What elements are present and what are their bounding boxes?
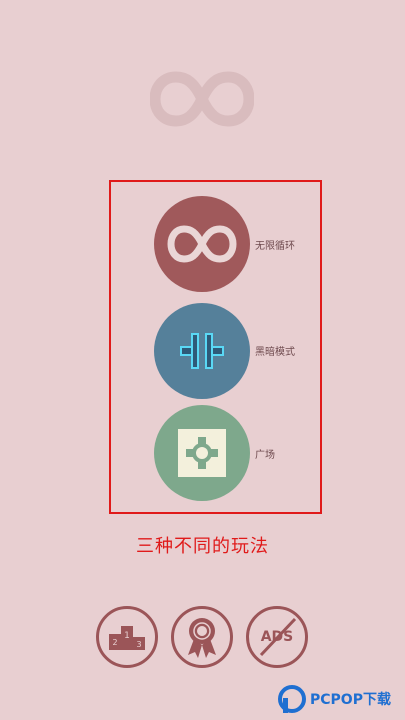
watermark-text: PCPOP下载: [310, 692, 391, 708]
pcpop-logo-icon: [278, 685, 306, 713]
remove-ads-label: ADS: [260, 629, 294, 645]
infinity-icon: [167, 225, 237, 263]
split-bars-icon: [180, 333, 224, 369]
svg-text:3: 3: [136, 640, 141, 649]
mode-dark-label: 黑暗模式: [255, 347, 295, 358]
mode-square-label: 广场: [255, 450, 275, 461]
cross-puzzle-icon: [178, 429, 226, 477]
podium-icon: 1 2 3: [109, 626, 145, 650]
leaderboard-button[interactable]: 1 2 3: [96, 606, 158, 668]
app-logo: [149, 68, 255, 130]
achievements-button[interactable]: [171, 606, 233, 668]
svg-text:1: 1: [124, 631, 130, 641]
mode-dark-button[interactable]: [154, 303, 250, 399]
mode-infinite-loop-label: 无限循环: [255, 241, 295, 252]
svg-text:2: 2: [112, 638, 117, 647]
remove-ads-button[interactable]: ADS: [246, 606, 308, 668]
infinity-icon: [149, 71, 255, 127]
award-ribbon-icon: [188, 618, 216, 658]
mode-square-button[interactable]: [154, 405, 250, 501]
caption-text: 三种不同的玩法: [136, 536, 269, 557]
watermark: PCPOP下载: [278, 682, 403, 716]
mode-infinite-loop-button[interactable]: [154, 196, 250, 292]
